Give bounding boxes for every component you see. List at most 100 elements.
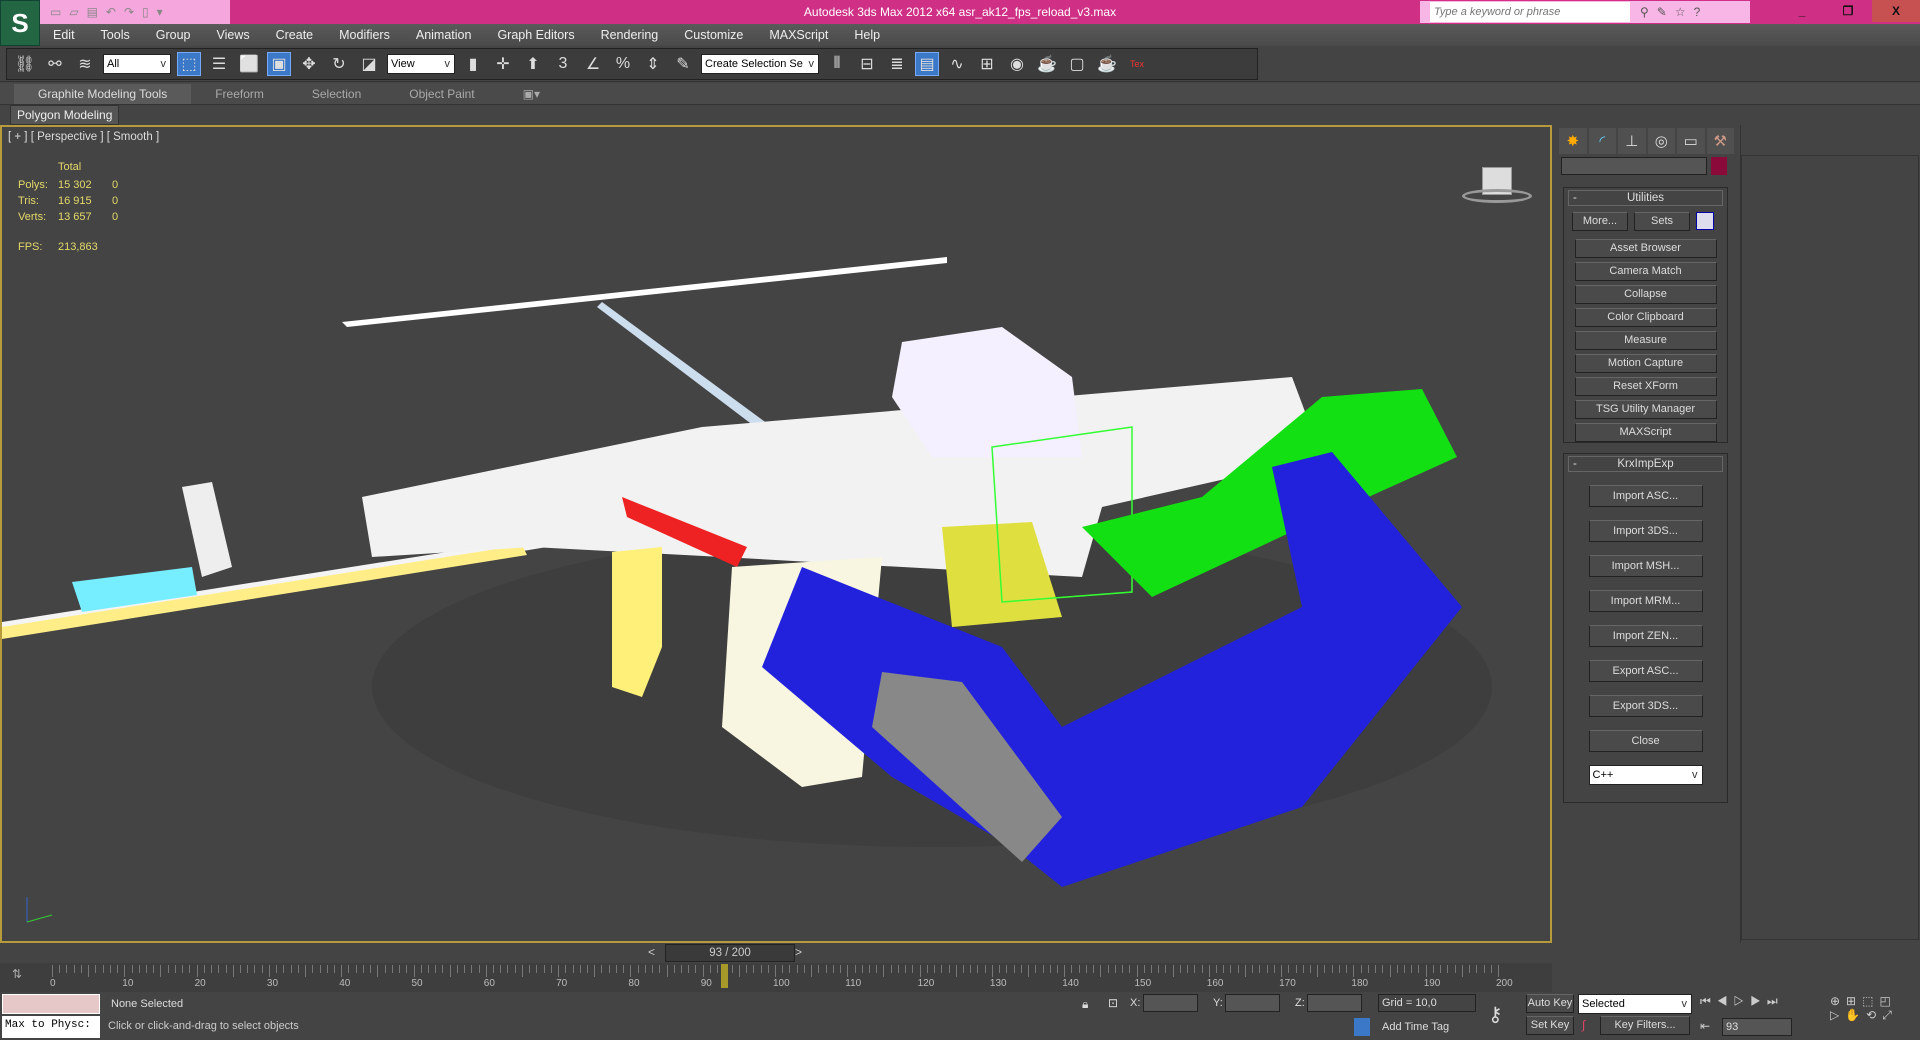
import-zen-button[interactable]: Import ZEN... bbox=[1588, 625, 1703, 647]
menu-rendering[interactable]: Rendering bbox=[588, 28, 672, 42]
rotate-icon[interactable]: ↻ bbox=[327, 52, 351, 76]
tsg-utility-manager-button[interactable]: TSG Utility Manager bbox=[1574, 400, 1717, 419]
schematic-view-icon[interactable]: ⊞ bbox=[975, 52, 999, 76]
time-tag-icon[interactable] bbox=[1354, 1018, 1370, 1036]
named-selection-dropdown[interactable]: Create Selection Se bbox=[701, 54, 819, 74]
new-file-icon[interactable]: ▭ bbox=[50, 5, 61, 19]
y-coordinate-field[interactable] bbox=[1225, 994, 1280, 1012]
modify-tab-icon[interactable]: ◜ bbox=[1588, 128, 1616, 154]
absolute-mode-icon[interactable]: ⊡ bbox=[1108, 996, 1118, 1010]
select-by-name-icon[interactable]: ☰ bbox=[207, 52, 231, 76]
link-icon[interactable]: ⛓ bbox=[13, 52, 37, 76]
camera-match-button[interactable]: Camera Match bbox=[1574, 262, 1717, 281]
object-color-swatch[interactable] bbox=[1711, 157, 1727, 175]
curve-editor-icon[interactable]: ∿ bbox=[945, 52, 969, 76]
collapse-button[interactable]: Collapse bbox=[1574, 285, 1717, 304]
tab-graphite-modeling-tools[interactable]: Graphite Modeling Tools bbox=[14, 83, 192, 104]
key-tangent-icon[interactable]: ∫ bbox=[1582, 1018, 1585, 1032]
polygon-modeling-panel[interactable]: Polygon Modeling bbox=[10, 105, 120, 125]
move-icon[interactable]: ✥ bbox=[297, 52, 321, 76]
save-icon[interactable]: ▤ bbox=[87, 5, 98, 19]
sets-button[interactable]: Sets bbox=[1634, 212, 1690, 231]
undo-icon[interactable]: ↶ bbox=[106, 5, 116, 19]
menu-group[interactable]: Group bbox=[143, 28, 204, 42]
mirror-icon[interactable]: ⫴ bbox=[825, 52, 849, 76]
infocenter-icons[interactable]: ⚲✎☆? bbox=[1640, 5, 1708, 19]
open-file-icon[interactable]: ▱ bbox=[69, 5, 78, 19]
export-3ds-button[interactable]: Export 3DS... bbox=[1588, 695, 1703, 717]
export-asc-button[interactable]: Export ASC... bbox=[1588, 660, 1703, 682]
app-logo-button[interactable]: S bbox=[0, 0, 40, 46]
key-filters-button[interactable]: Key Filters... bbox=[1600, 1016, 1690, 1035]
auto-key-button[interactable]: Auto Key bbox=[1526, 994, 1574, 1013]
close-button[interactable]: Close bbox=[1588, 730, 1703, 752]
window-crossing-icon[interactable]: ▣ bbox=[267, 52, 291, 76]
menu-help[interactable]: Help bbox=[841, 28, 893, 42]
more-button[interactable]: More... bbox=[1572, 212, 1628, 231]
menu-animation[interactable]: Animation bbox=[403, 28, 485, 42]
textools-icon[interactable]: Tex bbox=[1125, 52, 1149, 76]
motion-tab-icon[interactable]: ◎ bbox=[1647, 128, 1675, 154]
object-name-field[interactable] bbox=[1561, 157, 1707, 175]
utilities-rollout-header[interactable]: - Utilities bbox=[1568, 190, 1723, 206]
reference-coordinate-dropdown[interactable]: View bbox=[387, 54, 455, 74]
track-bar[interactable]: ⇅ 0 10 20 30 40 50 60 70 80 90 100 110 120 130 140 150 1… bbox=[0, 963, 1552, 992]
align-icon[interactable]: ⊟ bbox=[855, 52, 879, 76]
playback-controls[interactable]: ⏮◀▷▶⏭ bbox=[1700, 994, 1784, 1009]
import-asc-button[interactable]: Import ASC... bbox=[1588, 485, 1703, 507]
key-mode-dropdown[interactable]: Selected bbox=[1578, 994, 1692, 1014]
x-coordinate-field[interactable] bbox=[1143, 994, 1198, 1012]
restore-button[interactable]: ❐ bbox=[1826, 0, 1870, 22]
menu-graph-editors[interactable]: Graph Editors bbox=[484, 28, 587, 42]
menu-tools[interactable]: Tools bbox=[88, 28, 143, 42]
render-setup-icon[interactable]: ☕ bbox=[1035, 52, 1059, 76]
key-mode-toggle-icon[interactable]: ⇤ bbox=[1700, 1019, 1710, 1033]
redo-icon[interactable]: ↷ bbox=[124, 5, 134, 19]
maxscript-mini-listener[interactable]: Max to Physc: bbox=[2, 1016, 100, 1038]
import-3ds-button[interactable]: Import 3DS... bbox=[1588, 520, 1703, 542]
keyboard-shortcut-icon[interactable]: ⬆ bbox=[521, 52, 545, 76]
viewport-navigation-controls[interactable]: ⊕⊞⬚◰ ▷✋⟲⤢ bbox=[1830, 994, 1898, 1023]
maxscript-button[interactable]: MAXScript bbox=[1574, 423, 1717, 442]
search-input[interactable] bbox=[1430, 2, 1630, 22]
percent-snap-icon[interactable]: % bbox=[611, 52, 635, 76]
menu-views[interactable]: Views bbox=[203, 28, 262, 42]
import-mrm-button[interactable]: Import MRM... bbox=[1588, 590, 1703, 612]
language-dropdown[interactable]: C++ bbox=[1588, 765, 1703, 785]
z-coordinate-field[interactable] bbox=[1307, 994, 1362, 1012]
set-key-button[interactable]: Set Key bbox=[1526, 1016, 1574, 1035]
utilities-tab-icon[interactable]: ⚒ bbox=[1706, 128, 1734, 154]
import-msh-button[interactable]: Import MSH... bbox=[1588, 555, 1703, 577]
menu-create[interactable]: Create bbox=[263, 28, 327, 42]
dropdown-icon[interactable]: ▾ bbox=[157, 5, 163, 19]
snap-toggle-icon[interactable]: 3 bbox=[551, 52, 575, 76]
menu-edit[interactable]: Edit bbox=[40, 28, 88, 42]
next-frame-button[interactable]: > bbox=[795, 945, 802, 959]
mini-curve-editor-icon[interactable]: ⇅ bbox=[12, 967, 22, 981]
graphite-toggle-icon[interactable]: ▤ bbox=[915, 52, 939, 76]
krximpexp-rollout-header[interactable]: - KrxImpExp bbox=[1568, 456, 1723, 472]
select-object-icon[interactable]: ⬚ bbox=[177, 52, 201, 76]
rendered-frame-icon[interactable]: ▢ bbox=[1065, 52, 1089, 76]
close-button[interactable]: X bbox=[1872, 0, 1920, 22]
display-tab-icon[interactable]: ▭ bbox=[1677, 128, 1705, 154]
angle-snap-icon[interactable]: ∠ bbox=[581, 52, 605, 76]
menu-customize[interactable]: Customize bbox=[671, 28, 756, 42]
bind-space-warp-icon[interactable]: ≋ bbox=[73, 52, 97, 76]
menu-modifiers[interactable]: Modifiers bbox=[326, 28, 403, 42]
scale-icon[interactable]: ◪ bbox=[357, 52, 381, 76]
set-key-icon[interactable]: ⚷ bbox=[1488, 1002, 1503, 1027]
prev-frame-button[interactable]: < bbox=[648, 945, 655, 959]
add-time-tag[interactable]: Add Time Tag bbox=[1382, 1021, 1449, 1033]
selection-filter-dropdown[interactable]: All bbox=[103, 54, 171, 74]
edit-named-selection-icon[interactable]: ✎ bbox=[671, 52, 695, 76]
layer-manager-icon[interactable]: ≣ bbox=[885, 52, 909, 76]
reset-xform-button[interactable]: Reset XForm bbox=[1574, 377, 1717, 396]
tab-object-paint[interactable]: Object Paint bbox=[385, 84, 498, 104]
project-folder-icon[interactable]: ▯ bbox=[142, 5, 149, 19]
asset-browser-button[interactable]: Asset Browser bbox=[1574, 239, 1717, 258]
rectangle-selection-icon[interactable]: ⬜ bbox=[237, 52, 261, 76]
lock-selection-icon[interactable]: 🔒︎ bbox=[1082, 997, 1088, 1012]
viewcube[interactable] bbox=[1462, 167, 1532, 212]
tab-selection[interactable]: Selection bbox=[288, 84, 385, 104]
